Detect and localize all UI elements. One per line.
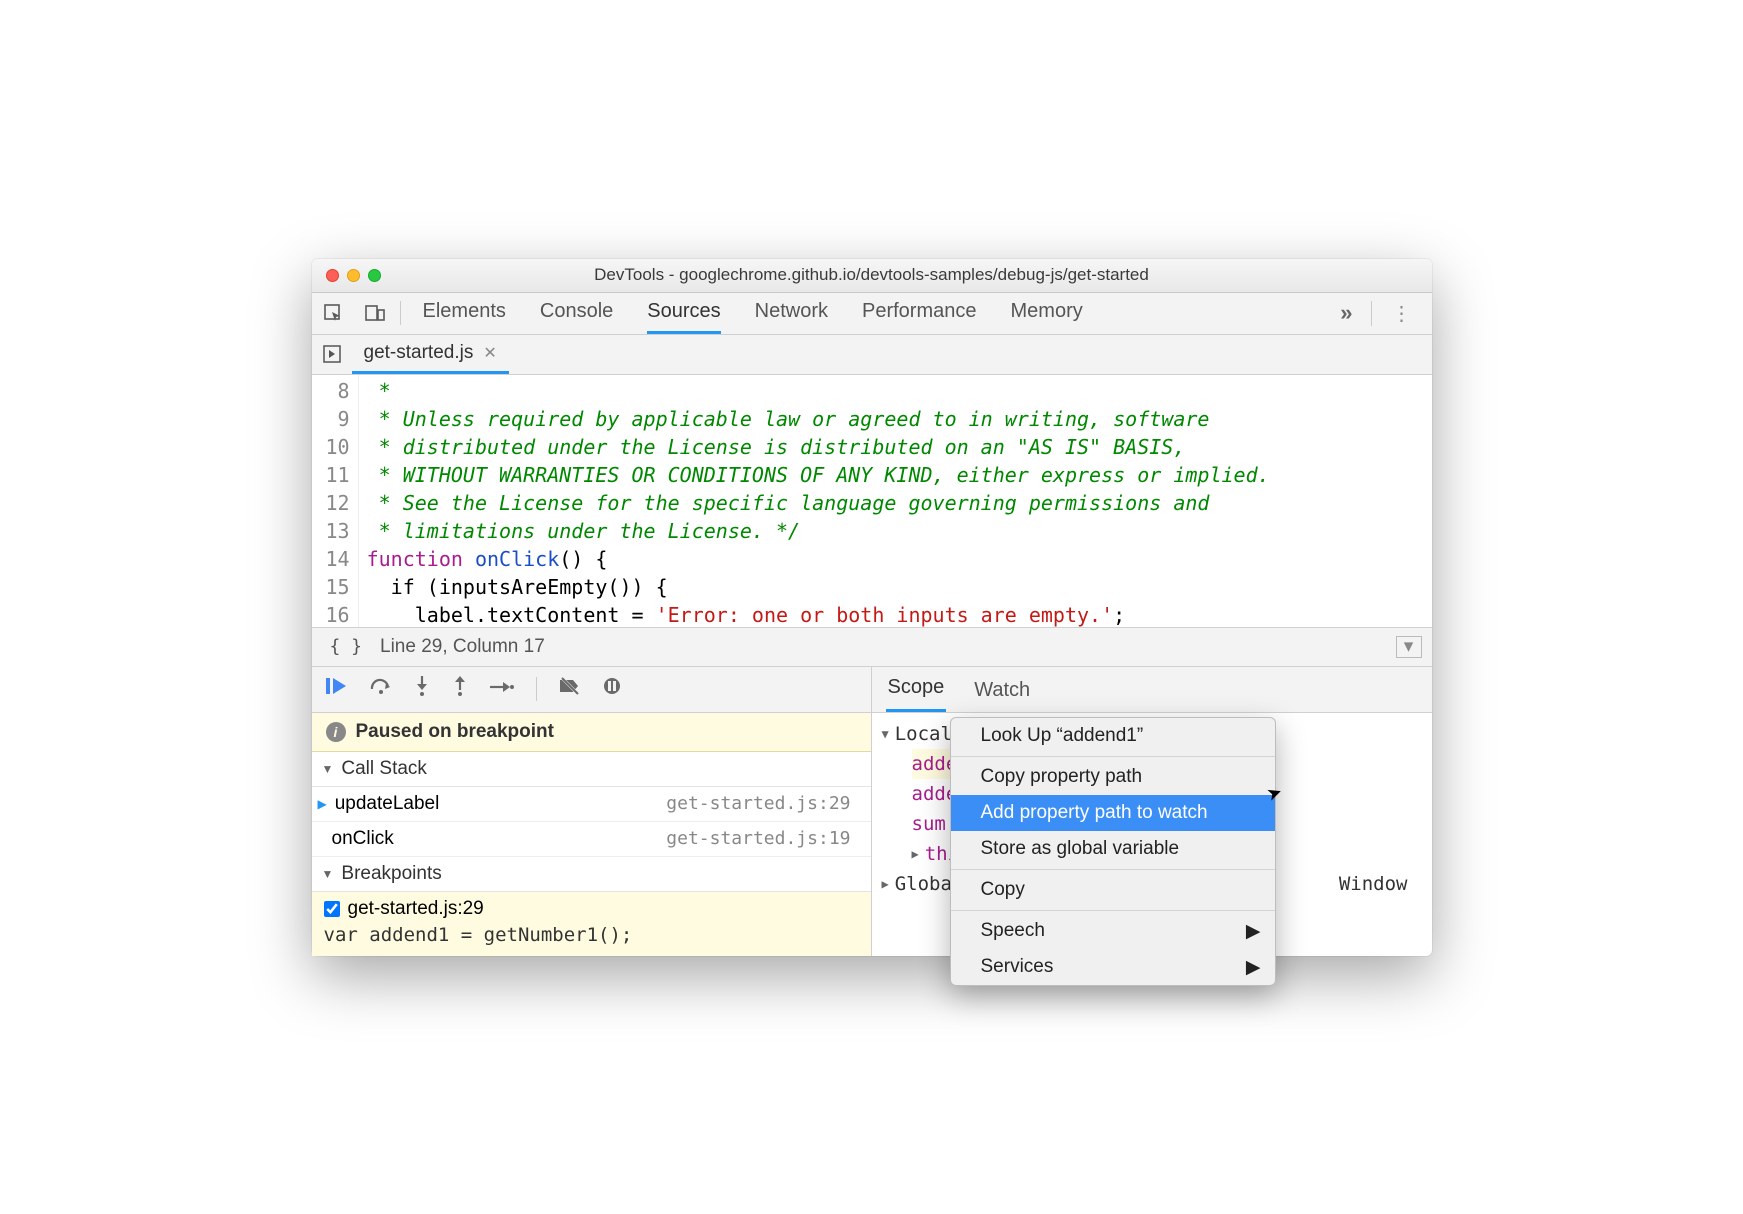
panel-tabs: Elements Console Sources Network Performance…: [423, 292, 1083, 334]
menu-item[interactable]: Speech▶: [951, 913, 1275, 949]
info-icon: i: [326, 722, 346, 742]
tab-scope[interactable]: Scope: [886, 666, 947, 712]
step-into-icon[interactable]: [414, 676, 430, 702]
pause-exceptions-icon[interactable]: [603, 677, 621, 701]
chevron-down-icon: ▼: [322, 867, 334, 881]
tab-elements[interactable]: Elements: [423, 292, 506, 334]
breakpoint-item[interactable]: get-started.js:29 var addend1 = getNumbe…: [312, 892, 871, 956]
tab-performance[interactable]: Performance: [862, 292, 977, 334]
breakpoint-label: get-started.js:29: [348, 898, 484, 920]
tab-network[interactable]: Network: [755, 292, 828, 334]
step-over-icon[interactable]: [370, 677, 392, 701]
menu-item[interactable]: Look Up “addend1”: [951, 718, 1275, 754]
device-toggle-icon[interactable]: [354, 303, 396, 323]
debugger-toolbar: [312, 667, 871, 713]
deactivate-breakpoints-icon[interactable]: [559, 677, 581, 701]
breakpoint-checkbox[interactable]: [324, 901, 340, 917]
resume-icon[interactable]: [326, 677, 348, 701]
close-icon[interactable]: ✕: [483, 343, 496, 363]
bottom-panels: i Paused on breakpoint ▼ Call Stack upda…: [312, 667, 1432, 956]
call-stack-frame[interactable]: onClickget-started.js:19: [312, 822, 871, 857]
coverage-toggle-icon[interactable]: ▾: [1396, 636, 1422, 658]
code-area[interactable]: * * Unless required by applicable law or…: [359, 375, 1270, 627]
titlebar: DevTools - googlechrome.github.io/devtoo…: [312, 259, 1432, 293]
pause-banner-text: Paused on breakpoint: [356, 721, 554, 743]
breakpoint-code: var addend1 = getNumber1();: [324, 924, 859, 946]
main-toolbar: Elements Console Sources Network Performance…: [312, 293, 1432, 335]
cursor-position: Line 29, Column 17: [380, 636, 545, 658]
call-stack-list: updateLabelget-started.js:29onClickget-s…: [312, 787, 871, 857]
tabs-overflow-icon[interactable]: »: [1322, 300, 1370, 326]
file-tab[interactable]: get-started.js ✕: [352, 335, 509, 374]
scope-panel: Scope Watch ▼ Local addend1: undefinedad…: [872, 667, 1432, 956]
menu-item[interactable]: Services▶: [951, 949, 1275, 985]
scope-watch-tabs: Scope Watch: [872, 667, 1432, 713]
inspect-icon[interactable]: [312, 303, 354, 323]
call-stack-header[interactable]: ▼ Call Stack: [312, 752, 871, 787]
context-menu: Look Up “addend1” Copy property pathAdd p…: [950, 717, 1276, 986]
scope-global-value: Window: [1339, 869, 1422, 899]
tab-console[interactable]: Console: [540, 292, 613, 334]
debugger-panel: i Paused on breakpoint ▼ Call Stack upda…: [312, 667, 872, 956]
breakpoints-header[interactable]: ▼ Breakpoints: [312, 857, 871, 892]
menu-item[interactable]: Copy property path: [951, 759, 1275, 795]
tab-memory[interactable]: Memory: [1011, 292, 1083, 334]
editor-statusbar: { } Line 29, Column 17 ▾: [312, 627, 1432, 667]
line-gutter: 8910111213141516: [312, 375, 359, 627]
menu-item[interactable]: Store as global variable: [951, 831, 1275, 867]
menu-item[interactable]: Copy: [951, 872, 1275, 908]
navigator-toggle-icon[interactable]: [312, 345, 352, 363]
window-title: DevTools - googlechrome.github.io/devtoo…: [312, 265, 1432, 285]
step-icon[interactable]: [490, 678, 514, 701]
pretty-print-icon[interactable]: { }: [312, 636, 381, 657]
devtools-window: DevTools - googlechrome.github.io/devtoo…: [312, 259, 1432, 956]
chevron-right-icon: ▶: [882, 869, 889, 899]
step-out-icon[interactable]: [452, 676, 468, 702]
more-icon[interactable]: ⋮: [1371, 301, 1432, 326]
file-tabbar: get-started.js ✕: [312, 335, 1432, 375]
pause-banner: i Paused on breakpoint: [312, 713, 871, 752]
chevron-down-icon: ▼: [322, 762, 334, 776]
editor[interactable]: 8910111213141516 * * Unless required by …: [312, 375, 1432, 627]
tab-watch[interactable]: Watch: [972, 669, 1032, 712]
tab-sources[interactable]: Sources: [647, 292, 720, 334]
menu-item[interactable]: Add property path to watch: [951, 795, 1275, 831]
chevron-down-icon: ▼: [882, 719, 889, 749]
file-tab-label: get-started.js: [364, 342, 474, 364]
call-stack-frame[interactable]: updateLabelget-started.js:29: [312, 787, 871, 822]
